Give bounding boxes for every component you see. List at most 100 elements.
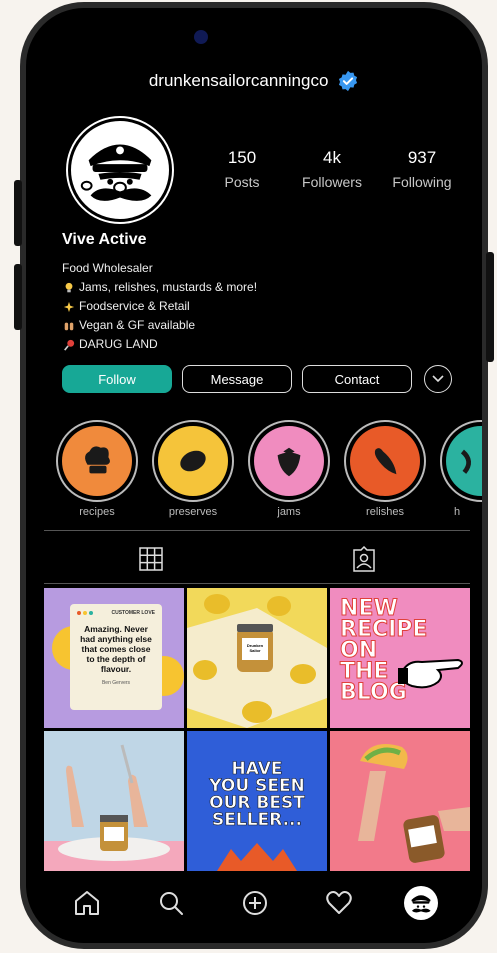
lemons-photo [187, 594, 327, 728]
quote-card: CUSTOMER LOVE Amazing. Never had anythin… [70, 604, 162, 710]
nav-create[interactable] [238, 886, 272, 920]
highlight-h[interactable]: h [440, 420, 482, 518]
stat-followers[interactable]: 4k Followers [292, 148, 372, 190]
stat-following[interactable]: 937 Following [382, 148, 462, 190]
nav-profile[interactable] [404, 886, 438, 920]
post-tile[interactable]: NEW RECIPE ON THE BLOG [330, 588, 470, 728]
bio-line: Vegan & GF available [62, 318, 462, 332]
username[interactable]: drunkensailorcanningco [149, 71, 329, 90]
highlight-ring [56, 420, 138, 502]
quote-header: CUSTOMER LOVE [111, 610, 155, 616]
front-camera [194, 30, 208, 44]
category-label: Food Wholesaler [62, 261, 153, 275]
posts-grid: CUSTOMER LOVE Amazing. Never had anythin… [44, 588, 470, 871]
profile-tabs [44, 536, 470, 582]
home-icon [75, 891, 99, 915]
tab-tagged[interactable] [257, 536, 470, 582]
post-tile[interactable]: Drunken Sailor [187, 588, 327, 728]
lightbulb-icon [65, 282, 73, 293]
post-tile[interactable] [44, 731, 184, 871]
stat-posts[interactable]: 150 Posts [202, 148, 282, 190]
headline-line: SELLER... [212, 810, 303, 830]
verified-badge-icon [339, 70, 358, 92]
tab-grid[interactable] [44, 536, 257, 582]
sailor-face-icon [80, 144, 152, 201]
highlight-ring [248, 420, 330, 502]
best-seller-headline: HAVE YOU SEEN OUR BEST SELLER... [187, 760, 327, 830]
display-name: Vive Active [62, 231, 147, 248]
hands-photo [44, 744, 184, 871]
nav-search[interactable] [154, 886, 188, 920]
heart-icon [326, 891, 352, 914]
smile-icon [460, 449, 471, 474]
volume-button [14, 180, 22, 246]
followers-label: Followers [302, 174, 362, 190]
highlight-label: relishes [366, 506, 404, 518]
profile-bio: Vive Active Food Wholesaler Jams, relish… [62, 231, 462, 351]
chevron-down-icon [432, 375, 444, 383]
lemon-icon [180, 450, 206, 472]
posts-count: 150 [227, 148, 257, 167]
highlight-cover [158, 426, 228, 496]
highlight-ring [152, 420, 234, 502]
quote-text: Amazing. Never had anything else that co… [80, 624, 152, 674]
volume-button [14, 264, 22, 330]
profile-avatar[interactable] [68, 118, 172, 222]
search-icon [160, 892, 183, 915]
post-tile[interactable]: CUSTOMER LOVE Amazing. Never had anythin… [44, 588, 184, 728]
bottom-navigation [26, 874, 482, 934]
tagged-person-icon [352, 546, 375, 572]
add-post-icon [243, 891, 267, 915]
window-dots [77, 611, 93, 615]
username-header: drunkensailorcanningco [26, 70, 482, 92]
phone-screen: drunkensailorcanningco 150 Posts 4k Foll… [26, 8, 482, 943]
divider [44, 583, 470, 584]
strawberry-icon [277, 447, 301, 477]
power-button [486, 252, 494, 362]
bio-line: Jams, relishes, mustards & more! [62, 280, 462, 294]
message-button[interactable]: Message [182, 365, 292, 393]
follow-button[interactable]: Follow [62, 365, 172, 393]
posts-label: Posts [224, 174, 260, 190]
highlight-relishes[interactable]: relishes [344, 420, 426, 518]
highlight-jams[interactable]: jams [248, 420, 330, 518]
pointing-hand-icon [398, 658, 463, 689]
raised-hands-icon [64, 322, 74, 331]
post-tile[interactable]: HAVE YOU SEEN OUR BEST SELLER... [187, 731, 327, 871]
nav-activity[interactable] [322, 886, 356, 920]
chef-hat-icon [85, 446, 110, 474]
highlight-label: recipes [79, 506, 115, 518]
profile-actions: Follow Message Contact [62, 365, 460, 393]
highlight-label: jams [277, 506, 301, 518]
profile-avatar-icon [411, 895, 431, 913]
divider [44, 530, 470, 531]
highlight-cover [254, 426, 324, 496]
highlight-label: preserves [168, 506, 218, 518]
bio-line: DARUG LAND [62, 337, 462, 351]
quote-author: Ben Gervers [101, 680, 131, 686]
contact-button[interactable]: Contact [302, 365, 412, 393]
highlight-ring [440, 420, 482, 502]
bio-line: Foodservice & Retail [62, 299, 462, 313]
following-count: 937 [407, 148, 437, 167]
chili-icon [374, 448, 397, 475]
post-tile[interactable] [330, 731, 470, 871]
highlight-recipes[interactable]: recipes [56, 420, 138, 518]
highlight-ring [344, 420, 426, 502]
highlight-preserves[interactable]: preserves [152, 420, 234, 518]
nav-home[interactable] [70, 886, 104, 920]
taco-photo [358, 744, 470, 863]
highlight-label: h [454, 506, 461, 518]
highlight-cover [350, 426, 420, 496]
grid-icon [138, 547, 163, 571]
highlight-cover [446, 426, 482, 496]
suggested-accounts-button[interactable] [424, 365, 452, 393]
jar-label: Drunken Sailor [246, 643, 264, 653]
story-highlights: recipes preserves jams relishes h [56, 420, 482, 520]
headline-line: NEW [339, 596, 398, 621]
pin-icon [64, 339, 75, 351]
headline-line: RECIPE [339, 617, 428, 642]
following-label: Following [392, 174, 452, 190]
profile-stats: 150 Posts 4k Followers 937 Following [202, 148, 462, 190]
highlight-cover [62, 426, 132, 496]
